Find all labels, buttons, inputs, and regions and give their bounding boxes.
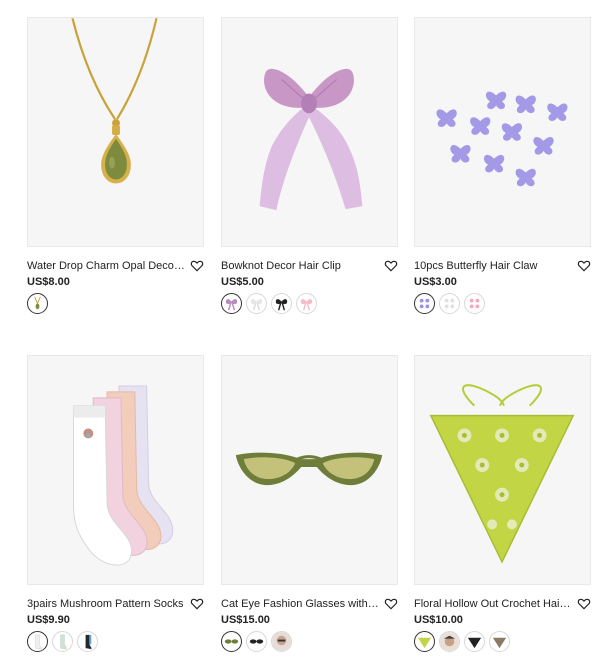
pink-bow-clip-image — [259, 68, 363, 211]
pastel-socks-image — [72, 385, 174, 566]
model-bandana-swatch[interactable] — [439, 631, 460, 652]
opal-necklace-image — [71, 18, 158, 184]
gold-necklace-swatch[interactable] — [27, 293, 48, 314]
heart-outline-icon[interactable] — [577, 259, 591, 273]
product-title[interactable]: 3pairs Mushroom Pattern Socks — [27, 598, 187, 610]
green-glasses-swatch[interactable] — [221, 631, 242, 652]
lime-bandana-swatch[interactable] — [414, 631, 435, 652]
heart-outline-icon[interactable] — [190, 259, 204, 273]
heart-outline-icon[interactable] — [190, 597, 204, 611]
brown-bandana-swatch[interactable] — [489, 631, 510, 652]
pink-claw-swatch[interactable] — [464, 293, 485, 314]
product-image[interactable] — [414, 355, 591, 585]
product-title[interactable]: Floral Hollow Out Crochet Hair ... — [414, 598, 574, 610]
black-sock-swatch[interactable] — [77, 631, 98, 652]
color-swatches — [27, 631, 204, 652]
product-image[interactable] — [221, 355, 398, 585]
green-sock-swatch[interactable] — [52, 631, 73, 652]
product-image[interactable] — [27, 355, 204, 585]
product-price: US$9.90 — [27, 614, 70, 626]
color-swatches — [414, 631, 591, 652]
product-image[interactable] — [221, 17, 398, 247]
product-title[interactable]: 10pcs Butterfly Hair Claw — [414, 260, 574, 272]
heart-outline-icon[interactable] — [384, 259, 398, 273]
model-glasses-swatch[interactable] — [271, 631, 292, 652]
color-swatches — [414, 293, 591, 314]
product-price: US$15.00 — [221, 614, 270, 626]
product-card[interactable]: 10pcs Butterfly Hair Claw US$3.00 — [414, 17, 591, 314]
product-card[interactable]: Water Drop Charm Opal Decor ... US$8.00 — [27, 17, 204, 314]
white-sock-swatch[interactable] — [27, 631, 48, 652]
purple-bow-swatch[interactable] — [221, 293, 242, 314]
product-card[interactable]: 3pairs Mushroom Pattern Socks US$9.90 — [27, 355, 204, 652]
product-title[interactable]: Bowknot Decor Hair Clip — [221, 260, 381, 272]
product-card[interactable]: Floral Hollow Out Crochet Hair ... US$10… — [414, 355, 591, 652]
product-price: US$8.00 — [27, 276, 70, 288]
color-swatches — [221, 631, 398, 652]
product-title[interactable]: Water Drop Charm Opal Decor ... — [27, 260, 187, 272]
black-bandana-swatch[interactable] — [464, 631, 485, 652]
color-swatches — [27, 293, 204, 314]
product-price: US$3.00 — [414, 276, 457, 288]
white-bow-swatch[interactable] — [246, 293, 267, 314]
white-claw-swatch[interactable] — [439, 293, 460, 314]
lime-crochet-bandana-image — [429, 384, 575, 564]
green-cat-eye-glasses-image — [235, 452, 383, 486]
purple-claw-swatch[interactable] — [414, 293, 435, 314]
heart-outline-icon[interactable] — [384, 597, 398, 611]
product-title[interactable]: Cat Eye Fashion Glasses with Box — [221, 598, 381, 610]
product-image[interactable] — [27, 17, 204, 247]
heart-outline-icon[interactable] — [577, 597, 591, 611]
black-bow-swatch[interactable] — [271, 293, 292, 314]
product-grid: Water Drop Charm Opal Decor ... US$8.00 … — [0, 0, 600, 661]
color-swatches — [221, 293, 398, 314]
black-glasses-swatch[interactable] — [246, 631, 267, 652]
product-card[interactable]: Bowknot Decor Hair Clip US$5.00 — [221, 17, 398, 314]
product-image[interactable] — [414, 17, 591, 247]
pink-bow-swatch[interactable] — [296, 293, 317, 314]
product-price: US$10.00 — [414, 614, 463, 626]
product-card[interactable]: Cat Eye Fashion Glasses with Box US$15.0… — [221, 355, 398, 652]
purple-butterfly-claws-image — [436, 91, 568, 187]
product-price: US$5.00 — [221, 276, 264, 288]
